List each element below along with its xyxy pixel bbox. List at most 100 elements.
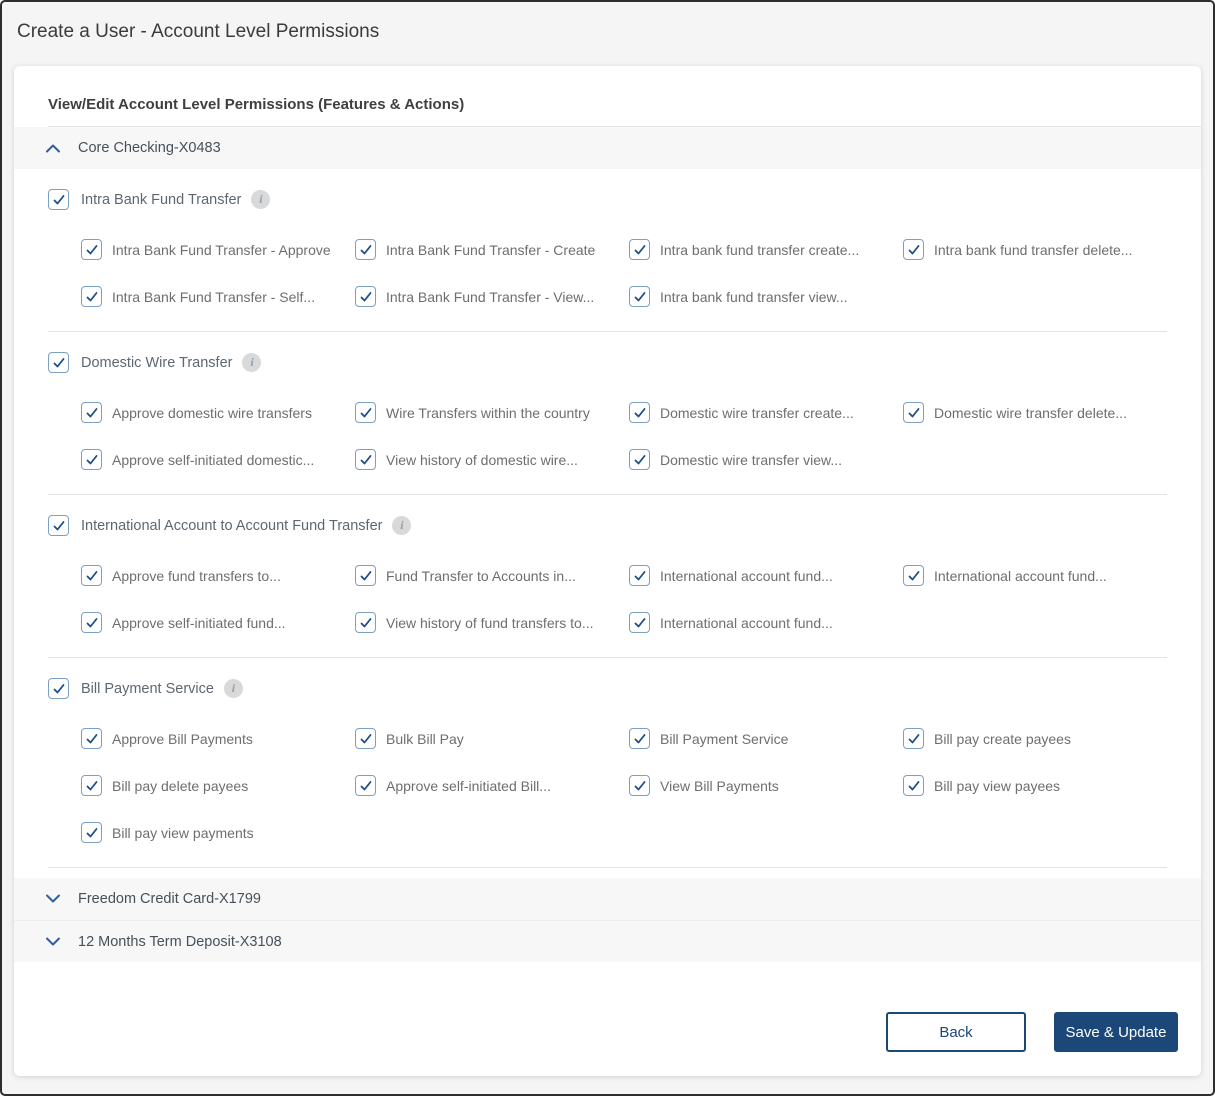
permission-label: Domestic wire transfer view... <box>660 451 843 468</box>
permission-label: Bill pay view payees <box>934 777 1061 794</box>
permission-item[interactable]: Intra Bank Fund Transfer - Approve <box>81 239 345 260</box>
permission-label: Intra Bank Fund Transfer - Create <box>386 241 596 258</box>
permission-checkbox[interactable] <box>629 239 650 260</box>
permission-checkbox[interactable] <box>355 728 376 749</box>
permission-checkbox[interactable] <box>629 728 650 749</box>
permission-item[interactable]: Wire Transfers within the country <box>355 402 619 423</box>
account-accordion-row[interactable]: Freedom Credit Card-X1799 <box>14 878 1201 920</box>
permission-item[interactable]: Approve fund transfers to... <box>81 565 345 586</box>
permission-label: Approve self-initiated Bill... <box>386 777 551 794</box>
permission-checkbox[interactable] <box>81 449 102 470</box>
permission-checkbox[interactable] <box>81 402 102 423</box>
permission-item[interactable]: View history of fund transfers to... <box>355 612 619 633</box>
chevron-up-icon <box>44 142 62 154</box>
permission-item[interactable]: Intra Bank Fund Transfer - Self... <box>81 286 345 307</box>
permission-checkbox[interactable] <box>81 822 102 843</box>
back-button[interactable]: Back <box>886 1012 1026 1052</box>
group-label: Domestic Wire Transfer <box>81 354 233 371</box>
account-label: Core Checking-X0483 <box>78 140 221 156</box>
permission-label: Intra Bank Fund Transfer - Self... <box>112 288 316 305</box>
permission-item[interactable]: Approve domestic wire transfers <box>81 402 345 423</box>
permission-label: Domestic wire transfer delete... <box>934 404 1127 421</box>
permission-checkbox[interactable] <box>355 402 376 423</box>
permission-checkbox[interactable] <box>903 239 924 260</box>
permission-label: Approve self-initiated domestic... <box>112 451 315 468</box>
permission-grid: Approve domestic wire transfers Wire Tran… <box>81 402 1167 470</box>
permission-item[interactable]: View history of domestic wire... <box>355 449 619 470</box>
permission-checkbox[interactable] <box>81 612 102 633</box>
permission-checkbox[interactable] <box>903 728 924 749</box>
permission-checkbox[interactable] <box>903 775 924 796</box>
permission-item[interactable]: Approve self-initiated Bill... <box>355 775 619 796</box>
accordion-list: Core Checking-X0483 Intra Bank Fund Trans… <box>14 127 1201 962</box>
permission-label: Intra Bank Fund Transfer - View... <box>386 288 595 305</box>
permission-item[interactable]: Bill pay view payments <box>81 822 345 843</box>
permission-checkbox[interactable] <box>81 775 102 796</box>
permission-checkbox[interactable] <box>355 239 376 260</box>
group-checkbox[interactable] <box>48 515 69 536</box>
info-icon[interactable]: i <box>223 679 243 698</box>
group-checkbox[interactable] <box>48 678 69 699</box>
permission-item[interactable]: Approve self-initiated fund... <box>81 612 345 633</box>
permission-label: Intra bank fund transfer create... <box>660 241 860 258</box>
permission-label: Bill pay create payees <box>934 730 1071 747</box>
footer-actions: Back Save & Update <box>14 992 1201 1076</box>
permission-checkbox[interactable] <box>903 565 924 586</box>
permission-checkbox[interactable] <box>355 286 376 307</box>
permission-item[interactable]: International account fund... <box>903 565 1167 586</box>
permission-item[interactable]: Approve Bill Payments <box>81 728 345 749</box>
permission-checkbox[interactable] <box>81 565 102 586</box>
permission-checkbox[interactable] <box>903 402 924 423</box>
account-accordion-row[interactable]: Core Checking-X0483 <box>14 127 1201 169</box>
permission-item[interactable]: Bill Payment Service <box>629 728 893 749</box>
group-checkbox[interactable] <box>48 352 69 373</box>
account-accordion-row[interactable]: 12 Months Term Deposit-X3108 <box>14 920 1201 962</box>
permission-label: Domestic wire transfer create... <box>660 404 854 421</box>
permission-item[interactable]: Intra Bank Fund Transfer - View... <box>355 286 619 307</box>
permission-checkbox[interactable] <box>81 239 102 260</box>
info-icon[interactable]: i <box>251 190 271 209</box>
permission-group-header: Intra Bank Fund Transfer i <box>48 189 1167 210</box>
permission-checkbox[interactable] <box>81 286 102 307</box>
permission-item[interactable]: Intra bank fund transfer view... <box>629 286 893 307</box>
permission-grid: Intra Bank Fund Transfer - Approve Intra … <box>81 239 1167 307</box>
permission-label: Approve self-initiated fund... <box>112 614 286 631</box>
permission-label: View history of domestic wire... <box>386 451 578 468</box>
page-title: Create a User - Account Level Permission… <box>17 21 380 42</box>
permission-checkbox[interactable] <box>629 612 650 633</box>
permission-item[interactable]: Domestic wire transfer delete... <box>903 402 1167 423</box>
permission-item[interactable]: Domestic wire transfer create... <box>629 402 893 423</box>
permission-checkbox[interactable] <box>355 449 376 470</box>
group-divider <box>48 494 1167 495</box>
permission-checkbox[interactable] <box>629 402 650 423</box>
permission-item[interactable]: Approve self-initiated domestic... <box>81 449 345 470</box>
permission-checkbox[interactable] <box>629 775 650 796</box>
permission-item[interactable]: Bill pay create payees <box>903 728 1167 749</box>
permission-checkbox[interactable] <box>355 565 376 586</box>
permission-item[interactable]: Domestic wire transfer view... <box>629 449 893 470</box>
permission-item[interactable]: International account fund... <box>629 612 893 633</box>
save-update-button[interactable]: Save & Update <box>1054 1012 1178 1052</box>
permission-label: International account fund... <box>660 614 833 631</box>
info-icon[interactable]: i <box>242 353 262 372</box>
group-label: International Account to Account Fund Tr… <box>81 517 383 534</box>
permission-checkbox[interactable] <box>629 286 650 307</box>
group-checkbox[interactable] <box>48 189 69 210</box>
chevron-down-icon <box>44 893 62 905</box>
permission-label: View Bill Payments <box>660 777 779 794</box>
permission-item[interactable]: View Bill Payments <box>629 775 893 796</box>
permission-checkbox[interactable] <box>355 775 376 796</box>
permission-item[interactable]: Bill pay delete payees <box>81 775 345 796</box>
info-icon[interactable]: i <box>392 516 412 535</box>
permission-item[interactable]: International account fund... <box>629 565 893 586</box>
permission-item[interactable]: Fund Transfer to Accounts in... <box>355 565 619 586</box>
permission-checkbox[interactable] <box>629 565 650 586</box>
permission-checkbox[interactable] <box>81 728 102 749</box>
permission-item[interactable]: Intra bank fund transfer delete... <box>903 239 1167 260</box>
permission-item[interactable]: Intra Bank Fund Transfer - Create <box>355 239 619 260</box>
permission-item[interactable]: Bill pay view payees <box>903 775 1167 796</box>
permission-checkbox[interactable] <box>355 612 376 633</box>
permission-checkbox[interactable] <box>629 449 650 470</box>
permission-item[interactable]: Bulk Bill Pay <box>355 728 619 749</box>
permission-item[interactable]: Intra bank fund transfer create... <box>629 239 893 260</box>
